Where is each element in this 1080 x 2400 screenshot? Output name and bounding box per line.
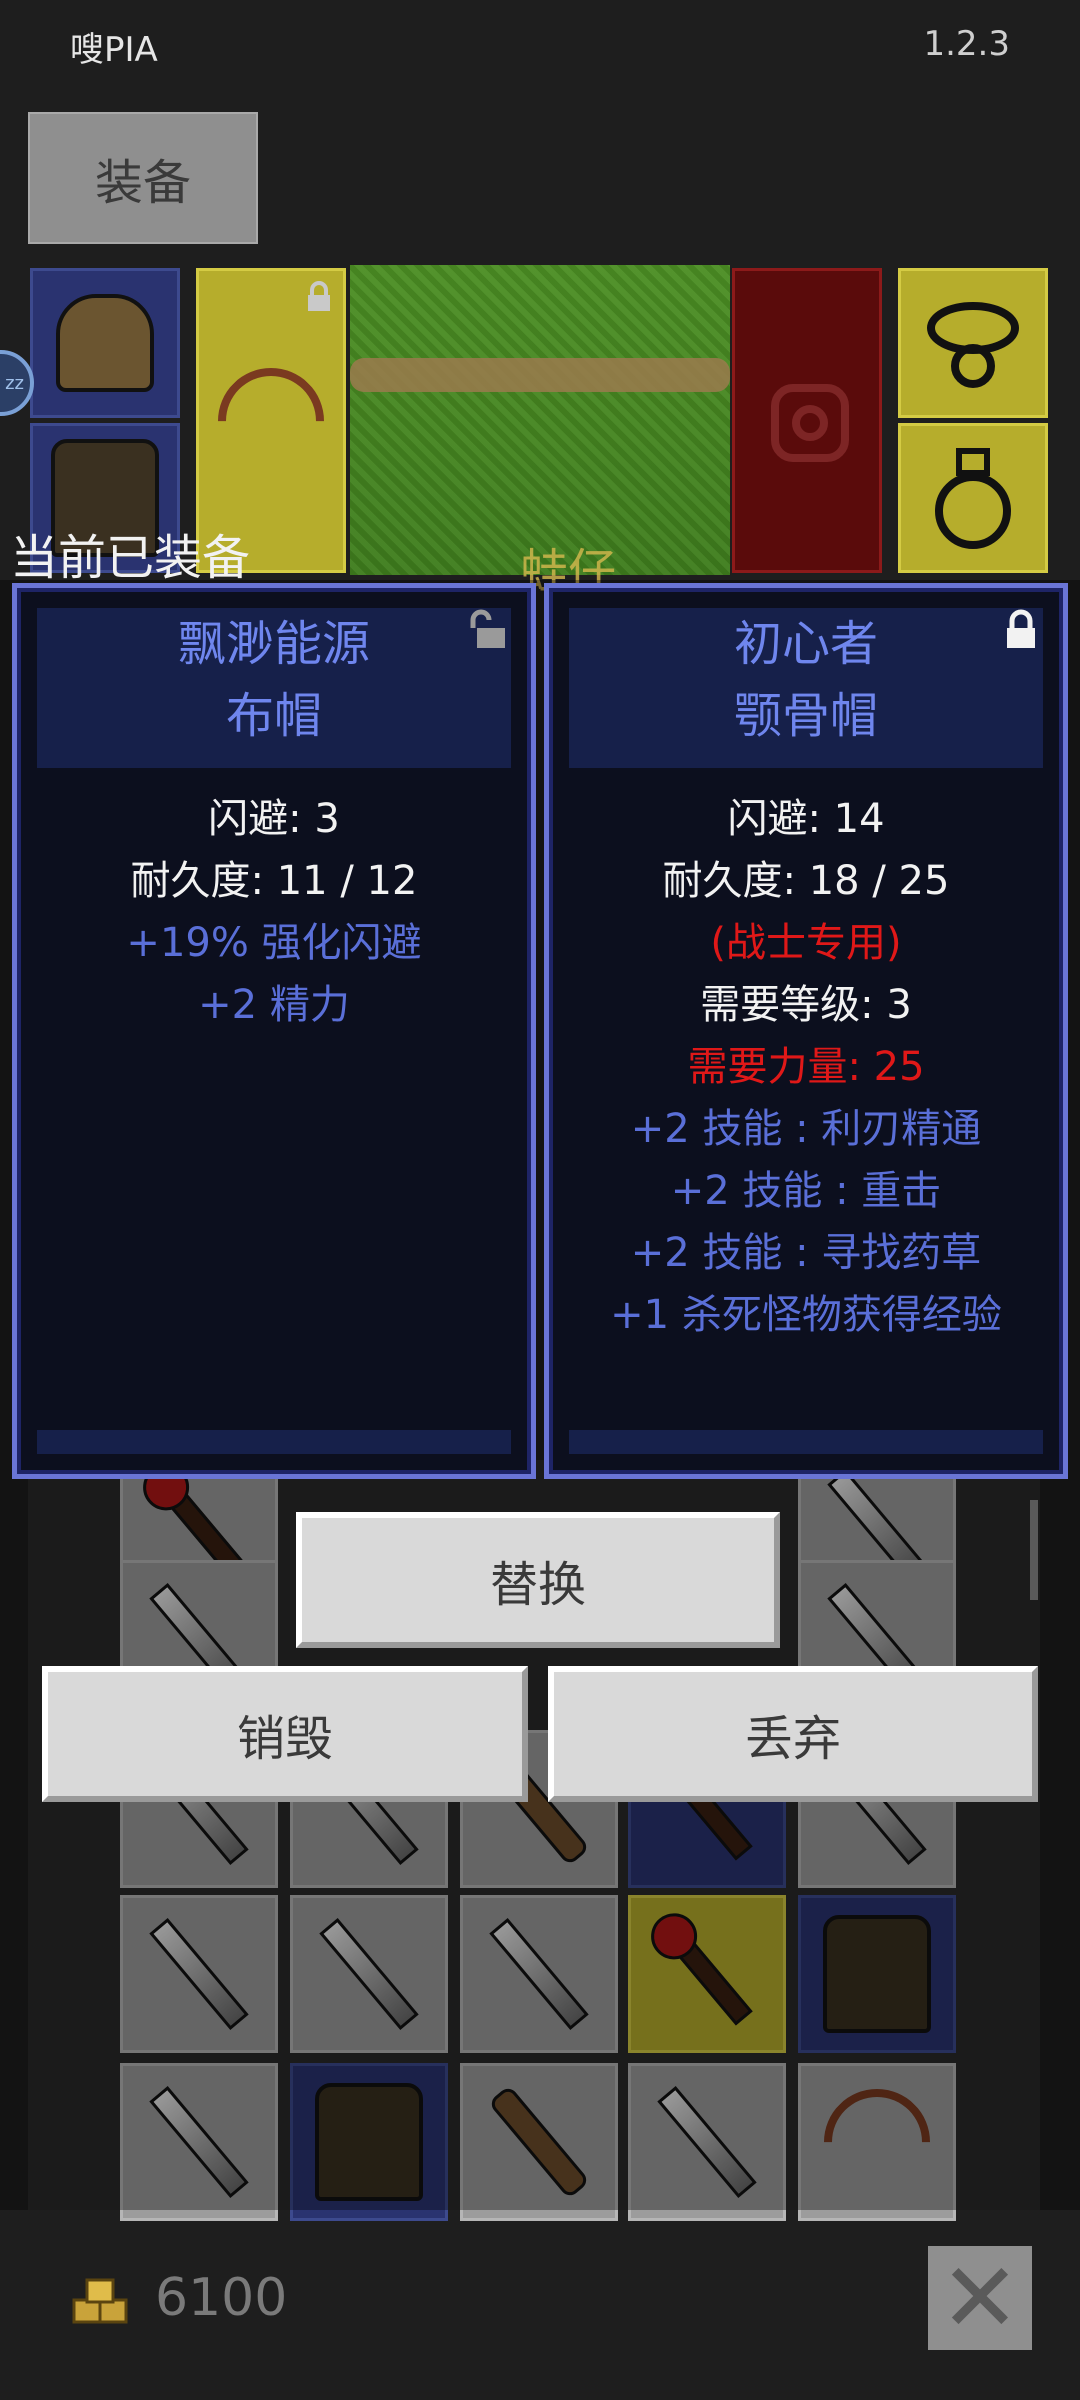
amulet-icon — [927, 302, 1019, 388]
close-button[interactable]: ✕ — [928, 2242, 1032, 2354]
close-icon: ✕ — [939, 2242, 1021, 2354]
app-name: 嗖PIA — [70, 30, 158, 70]
item-header: 初心者 颚骨帽 — [569, 608, 1043, 768]
amulet-slot[interactable] — [898, 268, 1048, 418]
item-stat-line: +1 杀死怪物获得经验 — [610, 1292, 1002, 1338]
shield-icon — [771, 384, 849, 462]
current-equipped-label: 当前已装备 — [10, 530, 251, 586]
item-name-line2: 颚骨帽 — [733, 688, 878, 744]
tab-equipment[interactable]: 装备 — [28, 112, 258, 244]
item-stat-line: 耐久度: 18 / 25 — [662, 858, 950, 904]
item-name-line2: 布帽 — [225, 688, 322, 744]
version-label: 1.2.3 — [923, 24, 1010, 64]
item-stat-line: 闪避: 3 — [208, 796, 340, 842]
item-stat-line: +19% 强化闪避 — [126, 920, 422, 966]
item-stat-line: +2 技能 : 寻找药草 — [630, 1230, 982, 1276]
gold-amount: 6100 — [155, 2268, 288, 2328]
item-stat-line: 耐久度: 11 / 12 — [130, 858, 418, 904]
gold-coins-icon — [72, 2278, 128, 2324]
discard-button[interactable]: 丢弃 — [548, 1666, 1038, 1802]
item-stat-line: +2 技能 : 重击 — [670, 1168, 942, 1214]
offhand-slot[interactable] — [732, 268, 882, 573]
replace-button[interactable]: 替换 — [296, 1512, 780, 1648]
card-footer — [37, 1430, 511, 1454]
locked-icon[interactable] — [1001, 608, 1041, 652]
item-name-line1: 初心者 — [733, 616, 878, 672]
destroy-button[interactable]: 销毁 — [42, 1666, 528, 1802]
new-item-card: 初心者 颚骨帽 闪避: 14 耐久度: 18 / 25 (战士专用) 需要等级: 3 需… — [544, 583, 1068, 1479]
dirt-path — [350, 358, 730, 392]
equipped-item-card: 飘渺能源 布帽 闪避: 3 耐久度: 11 / 12 +19% 强化闪避 +2 精力 — [12, 583, 536, 1479]
item-stat-line: +2 精力 — [198, 982, 350, 1028]
item-stats: 闪避: 3 耐久度: 11 / 12 +19% 强化闪避 +2 精力 — [17, 788, 531, 1036]
ring-slot[interactable] — [898, 423, 1048, 573]
item-stat-line: 闪避: 14 — [727, 796, 885, 842]
item-stat-line: (战士专用) — [710, 920, 902, 966]
item-stat-line: +2 技能 : 利刃精通 — [630, 1106, 982, 1152]
lock-icon — [308, 281, 330, 311]
item-stat-line: 需要力量: 25 — [687, 1044, 925, 1090]
ring-icon — [935, 448, 1011, 549]
item-stat-line: 需要等级: 3 — [700, 982, 912, 1028]
item-stats: 闪避: 14 耐久度: 18 / 25 (战士专用) 需要等级: 3 需要力量: 25 +… — [549, 788, 1063, 1346]
helmet-slot[interactable] — [30, 268, 180, 418]
item-header: 飘渺能源 布帽 — [37, 608, 511, 768]
item-name-line1: 飘渺能源 — [177, 616, 370, 672]
unlocked-icon[interactable] — [469, 608, 509, 652]
bow-icon — [196, 345, 346, 496]
card-footer — [569, 1430, 1043, 1454]
grass-background — [350, 265, 730, 575]
helmet-icon — [56, 294, 154, 392]
